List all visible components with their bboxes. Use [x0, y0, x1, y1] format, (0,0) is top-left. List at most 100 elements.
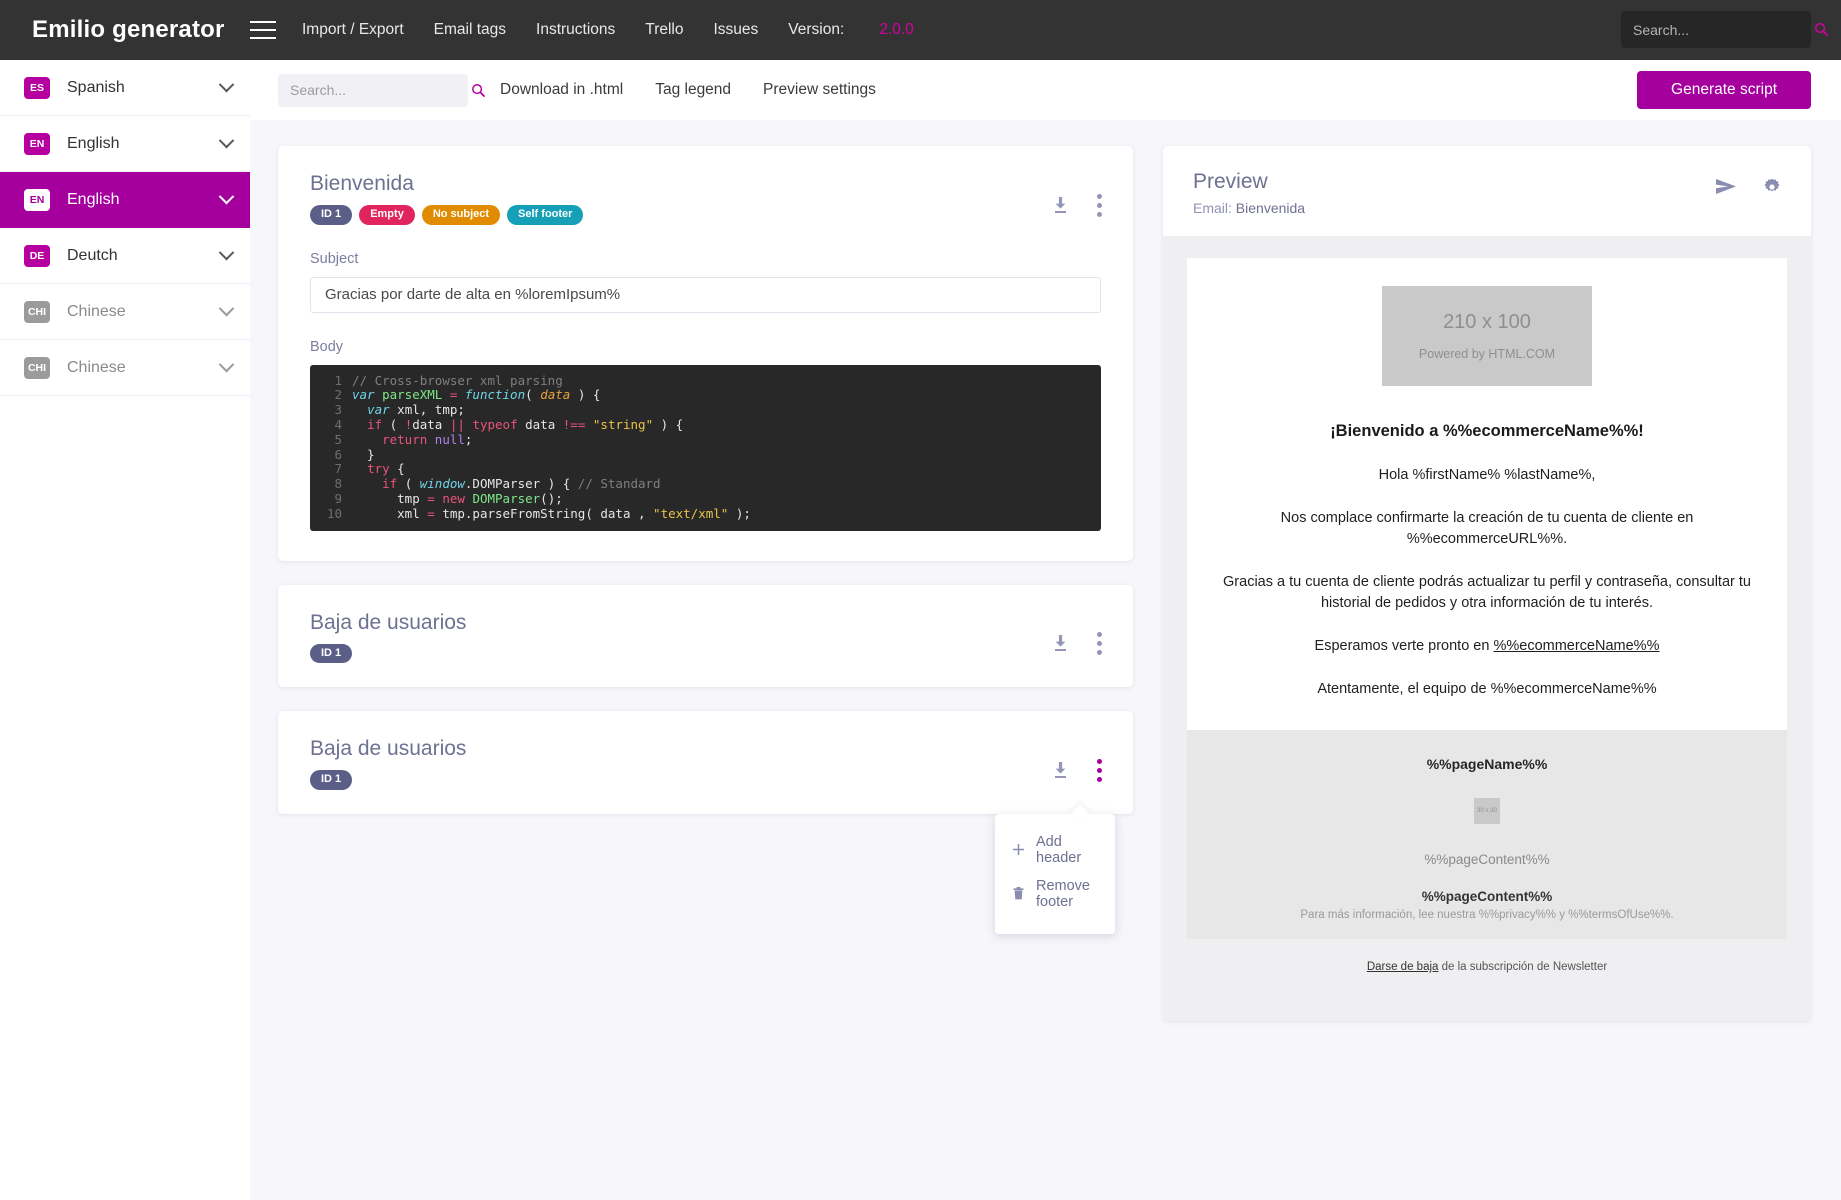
hamburger-menu-icon[interactable] — [250, 21, 276, 39]
card-menu-button[interactable] — [1091, 192, 1103, 219]
chevron-down-icon — [218, 244, 235, 261]
unsubscribe-rest: de la subscripción de Newsletter — [1438, 961, 1608, 974]
sidebar-item-spanish[interactable]: ES Spanish — [0, 60, 250, 116]
subject-input[interactable] — [325, 286, 1086, 304]
ecommerce-name-link[interactable]: %%ecommerceName%% — [1493, 638, 1659, 654]
code-line-number: 5 — [334, 431, 342, 447]
code-line-content: tmp = new DOMParser(); — [352, 490, 563, 506]
status-badge-self-footer: Self footer — [507, 205, 584, 225]
app-brand: Emilio generator — [32, 16, 225, 43]
sidebar: ES Spanish EN English EN English DE Deut… — [0, 60, 250, 1200]
sidebar-item-label: English — [67, 134, 120, 152]
preview-actions — [1715, 170, 1781, 196]
chevron-down-icon — [218, 132, 235, 149]
code-line: 4 if ( !data || typeof data !== "string"… — [310, 417, 1101, 433]
card-menu-button[interactable] — [1091, 757, 1103, 784]
body-code-editor[interactable]: 1 // Cross-browser xml parsing 2 var parseX… — [310, 364, 1101, 531]
header-image-placeholder: 210 x 100 Powered by HTML.COM — [1382, 286, 1592, 386]
preview-email-name: Bienvenida — [1235, 200, 1306, 216]
code-line-number: 8 — [334, 476, 342, 492]
status-badge-id: ID 1 — [310, 770, 353, 790]
nav-import-export[interactable]: Import / Export — [302, 21, 404, 39]
download-icon[interactable] — [1052, 196, 1069, 215]
preview-subtitle: Email: Bienvenida — [1193, 200, 1305, 216]
card-header: Baja de usuarios ID 1 — [278, 711, 1133, 814]
email-search-input[interactable] — [290, 82, 471, 98]
global-search-input[interactable] — [1633, 21, 1814, 38]
email-footer-block: %%pageName%% 30 x 30 %%pageContent%% %%p… — [1187, 730, 1787, 940]
unsubscribe-block: Darse de baja de la subscripción de News… — [1187, 939, 1787, 998]
footer-page-name: %%pageName%% — [1426, 756, 1548, 773]
code-line: 6 } — [310, 446, 1101, 463]
generate-script-button[interactable]: Generate script — [1637, 71, 1811, 109]
sidebar-item-chinese-1[interactable]: CHI Chinese — [0, 284, 250, 340]
card-title: Baja de usuarios — [310, 737, 467, 761]
email-search[interactable] — [278, 73, 486, 107]
sidebar-item-chinese-2[interactable]: CHI Chinese — [0, 340, 250, 396]
link-line-prefix: Esperamos verte pronto en — [1314, 638, 1494, 655]
subject-label: Subject — [310, 250, 359, 267]
email-paragraph-2: Nos complace confirmarte la creación de … — [1280, 510, 1694, 548]
email-paragraph-link-line: Esperamos verte pronto en %%ecommerceNam… — [1211, 636, 1763, 657]
email-card-bienvenida: Bienvenida ID 1 Empty No subject Self fo… — [278, 146, 1133, 561]
version-label: Version: — [788, 21, 845, 38]
email-paragraph-1: Hola %firstName% %lastName%, — [1378, 467, 1596, 483]
subject-field[interactable] — [310, 276, 1101, 313]
sidebar-item-english-2[interactable]: EN English — [0, 172, 250, 228]
card-actions — [1052, 172, 1103, 225]
download-icon[interactable] — [1052, 761, 1069, 780]
nav-issues[interactable]: Issues — [713, 21, 758, 39]
image-size-label: 210 x 100 — [1443, 311, 1531, 333]
sidebar-item-deutch[interactable]: DE Deutch — [0, 228, 250, 284]
menu-item-add-header[interactable]: Add header — [995, 828, 1115, 872]
download-html-link[interactable]: Download in .html — [500, 81, 623, 99]
gear-icon[interactable] — [1763, 178, 1781, 196]
top-bar: Emilio generator Import / Export Email t… — [0, 0, 1841, 60]
preview-email-prefix: Email: — [1193, 200, 1232, 216]
code-line-content: // Cross-browser xml parsing — [352, 372, 563, 388]
code-line-content: var xml, tmp; — [367, 402, 465, 418]
card-context-menu: Add header Remove footer — [995, 813, 1115, 934]
code-line-content: } — [352, 446, 375, 462]
email-list-column: Bienvenida ID 1 Empty No subject Self fo… — [278, 146, 1133, 934]
footer-info-text: Para más información, lee nuestra %%priv… — [1300, 909, 1674, 922]
menu-item-label: Add header — [1036, 833, 1082, 866]
unsubscribe-link[interactable]: Darse de baja — [1367, 961, 1439, 973]
card-menu-button[interactable] — [1091, 630, 1103, 657]
preview-body: 210 x 100 Powered by HTML.COM ¡Bienvenid… — [1163, 236, 1811, 1022]
nav-trello[interactable]: Trello — [645, 21, 683, 39]
content-area: Download in .html Tag legend Preview set… — [250, 60, 1841, 1200]
plus-icon — [1011, 843, 1025, 856]
sidebar-item-label: English — [67, 190, 120, 208]
code-line-content: if ( window.DOMParser ) { // Standard — [382, 476, 661, 492]
chevron-down-icon — [218, 76, 235, 93]
email-signoff: Atentamente, el equipo de %%ecommerceNam… — [1317, 681, 1657, 698]
card-badges: ID 1 — [310, 643, 466, 664]
code-line: 3 var xml, tmp; — [310, 402, 1101, 418]
menu-item-remove-footer[interactable]: Remove footer — [995, 872, 1115, 916]
code-line: 2 var parseXML = function( data ) { — [310, 387, 1101, 403]
global-search[interactable] — [1621, 11, 1829, 48]
tag-legend-link[interactable]: Tag legend — [655, 81, 731, 99]
toolbar-links: Download in .html Tag legend Preview set… — [500, 81, 876, 99]
footer-page-content-1: %%pageContent%% — [1424, 852, 1550, 868]
preview-settings-link[interactable]: Preview settings — [763, 81, 876, 99]
chevron-down-icon — [218, 300, 235, 317]
search-icon — [1815, 23, 1829, 37]
code-line: 10 xml = tmp.parseFromString( data , "te… — [310, 505, 1101, 522]
send-icon[interactable] — [1715, 178, 1737, 196]
code-line-number: 10 — [326, 505, 342, 521]
email-card-baja-2: Baja de usuarios ID 1 Add header Remove … — [278, 711, 1133, 934]
chevron-down-icon — [218, 188, 235, 205]
lang-code-badge: EN — [24, 188, 50, 211]
code-line-content: return null; — [382, 431, 473, 447]
sidebar-item-english-1[interactable]: EN English — [0, 116, 250, 172]
sidebar-item-label: Deutch — [67, 246, 118, 264]
code-line-number: 7 — [334, 461, 342, 477]
nav-email-tags[interactable]: Email tags — [434, 21, 506, 39]
trash-icon — [1011, 887, 1025, 900]
download-icon[interactable] — [1052, 634, 1069, 653]
code-line-number: 1 — [334, 372, 342, 388]
nav-instructions[interactable]: Instructions — [536, 21, 615, 39]
main-panel: Bienvenida ID 1 Empty No subject Self fo… — [250, 120, 1841, 1200]
